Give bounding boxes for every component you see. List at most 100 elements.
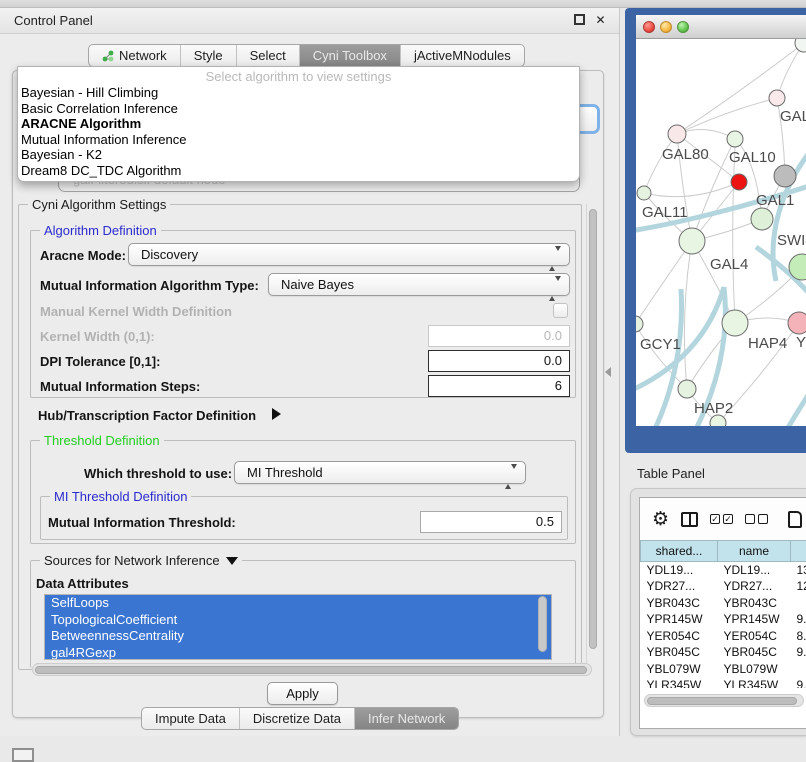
float-panel-icon[interactable]	[574, 14, 585, 25]
attribute-item[interactable]: TopologicalCoefficient	[45, 612, 551, 629]
data-attributes-list[interactable]: SelfLoopsTopologicalCoefficientBetweenne…	[44, 594, 552, 660]
algorithm-option[interactable]: Bayesian - Hill Climbing	[18, 85, 579, 101]
stepper-icon	[505, 466, 517, 487]
manual-kernel-width-checkbox[interactable]	[553, 303, 568, 318]
algorithm-option[interactable]: Dream8 DC_TDC Algorithm	[18, 163, 579, 179]
hide-columns-icon[interactable]	[745, 514, 768, 524]
node-GAL4[interactable]	[679, 228, 705, 254]
export-table-icon[interactable]	[788, 511, 802, 528]
network-canvas[interactable]: GALGAL80GAL10GAL1GAL11SWI4GAL4GCY1HAP4YH…	[636, 39, 806, 426]
table-row[interactable]: YDL19...YDL19...13	[641, 562, 806, 579]
table-cell: YDL19...	[641, 562, 718, 579]
table-row[interactable]: YBR043CYBR043C	[641, 595, 806, 612]
mi-threshold-definition-title: MI Threshold Definition	[50, 489, 191, 504]
table-cell: YLR345W	[641, 677, 718, 688]
mi-threshold-field[interactable]: 0.5	[420, 511, 562, 533]
table-cell: YBR045C	[718, 644, 791, 661]
gear-icon[interactable]: ⚙	[652, 510, 669, 529]
table-row[interactable]: YPR145WYPR145W9.	[641, 611, 806, 628]
splitter-collapse-icon[interactable]	[605, 367, 611, 377]
table-row[interactable]: YDR27...YDR27...12	[641, 578, 806, 595]
table-cell: YDL19...	[718, 562, 791, 579]
minimize-window-icon[interactable]	[660, 21, 672, 33]
table-cell: 8.	[791, 628, 806, 645]
close-window-icon[interactable]	[643, 21, 655, 33]
tab-impute-data[interactable]: Impute Data	[142, 708, 240, 729]
table-row[interactable]: YER054CYER054C8.	[641, 628, 806, 645]
node-table[interactable]: shared...name YDL19...YDL19...13YDR27...…	[640, 540, 806, 688]
node-label-GAL: GAL	[780, 108, 806, 125]
table-row[interactable]: YLR345WYLR345W9.	[641, 677, 806, 688]
algorithm-option[interactable]: ARACNE Algorithm	[18, 116, 579, 132]
table-toolbar: ⚙ ✓✓	[640, 498, 806, 540]
tab-select[interactable]: Select	[237, 45, 300, 66]
network-edge	[644, 182, 739, 197]
algorithm-dropdown-placeholder: Select algorithm to view settings	[18, 67, 579, 85]
tab-style[interactable]: Style	[181, 45, 237, 66]
table-row[interactable]: YBR045CYBR045C9.	[641, 644, 806, 661]
node-HAP4[interactable]	[722, 310, 748, 336]
attribute-item[interactable]: gal4RGexp	[45, 645, 551, 661]
dock-panel-icon[interactable]	[12, 748, 34, 762]
column-header[interactable]: shared...	[641, 541, 718, 562]
table-horizontal-scrollbar[interactable]	[644, 694, 804, 707]
mi-algorithm-type-combo[interactable]: Naive Bayes	[268, 273, 570, 296]
algorithm-definition-title: Algorithm Definition	[40, 223, 161, 238]
top-strip	[0, 0, 806, 8]
dpi-tolerance-field[interactable]: 0.0	[428, 350, 570, 372]
algorithm-option[interactable]: Mutual Information Inference	[18, 132, 579, 148]
network-window-titlebar[interactable]	[636, 15, 806, 39]
network-view-window: GALGAL80GAL10GAL1GAL11SWI4GAL4GCY1HAP4YH…	[636, 15, 806, 426]
node-GAL11[interactable]	[637, 186, 651, 200]
settings-vertical-scrollbar[interactable]	[586, 204, 598, 670]
tab-infer-network[interactable]: Infer Network	[355, 708, 458, 729]
split-columns-icon[interactable]	[681, 512, 698, 527]
node-top-partial[interactable]	[795, 39, 806, 52]
table-row[interactable]: YBL079WYBL079W	[641, 661, 806, 678]
tab-discretize-data[interactable]: Discretize Data	[240, 708, 355, 729]
table-cell: YBR043C	[718, 595, 791, 612]
node-GCY1[interactable]	[636, 316, 643, 332]
zoom-window-icon[interactable]	[677, 21, 689, 33]
kernel-width-field[interactable]: 0.0	[428, 325, 570, 347]
tab-cyni-toolbox[interactable]: Cyni Toolbox	[300, 45, 401, 66]
attribute-list-scrollbar[interactable]	[538, 596, 547, 652]
node-HAP2[interactable]	[678, 380, 696, 398]
node-pink-right[interactable]	[788, 312, 806, 334]
node-label-HAP4: HAP4	[748, 335, 787, 352]
expand-arrow-icon[interactable]	[272, 408, 281, 420]
settings-horizontal-scrollbar[interactable]	[32, 663, 592, 676]
table-cell	[791, 595, 806, 612]
control-panel-title: Control Panel	[14, 13, 93, 28]
column-header[interactable]	[791, 541, 806, 562]
show-checked-columns-icon[interactable]: ✓✓	[710, 514, 733, 524]
node-gal-pink[interactable]	[769, 90, 785, 106]
which-threshold-combo[interactable]: MI Threshold	[234, 461, 526, 484]
column-header[interactable]: name	[718, 541, 791, 562]
attribute-item[interactable]: SelfLoops	[45, 595, 551, 612]
algorithm-option[interactable]: Bayesian - K2	[18, 147, 579, 163]
node-GAL10[interactable]	[727, 131, 743, 147]
node-GAL80[interactable]	[668, 125, 686, 143]
cyni-algorithm-settings-title: Cyni Algorithm Settings	[28, 197, 170, 212]
table-cell: 9.	[791, 644, 806, 661]
attribute-item[interactable]: BetweennessCentrality	[45, 628, 551, 645]
node-red[interactable]	[731, 174, 747, 190]
table-cell: YBL079W	[718, 661, 791, 678]
close-panel-icon[interactable]: ✕	[594, 14, 607, 27]
tab-network[interactable]: Network	[89, 45, 181, 66]
collapse-arrow-icon[interactable]	[226, 557, 238, 565]
mi-steps-field[interactable]: 6	[428, 375, 570, 397]
node-GAL1[interactable]	[751, 208, 773, 230]
node-gray[interactable]	[774, 165, 796, 187]
node-label-GCY1: GCY1	[640, 336, 681, 353]
network-edge	[684, 241, 692, 389]
aracne-mode-combo[interactable]: Discovery	[128, 243, 570, 266]
aracne-mode-label: Aracne Mode:	[40, 248, 126, 263]
algorithm-option[interactable]: Basic Correlation Inference	[18, 101, 579, 117]
apply-button[interactable]: Apply	[267, 682, 338, 705]
bottom-tabs: Impute Data Discretize DataInfer Network	[141, 707, 459, 730]
table-box: ⚙ ✓✓ shared...name YDL19...YDL19...13YDR…	[639, 497, 806, 729]
tab-label: Impute Data	[155, 711, 226, 726]
tab-jactivemnodules[interactable]: jActiveMNodules	[401, 45, 524, 66]
